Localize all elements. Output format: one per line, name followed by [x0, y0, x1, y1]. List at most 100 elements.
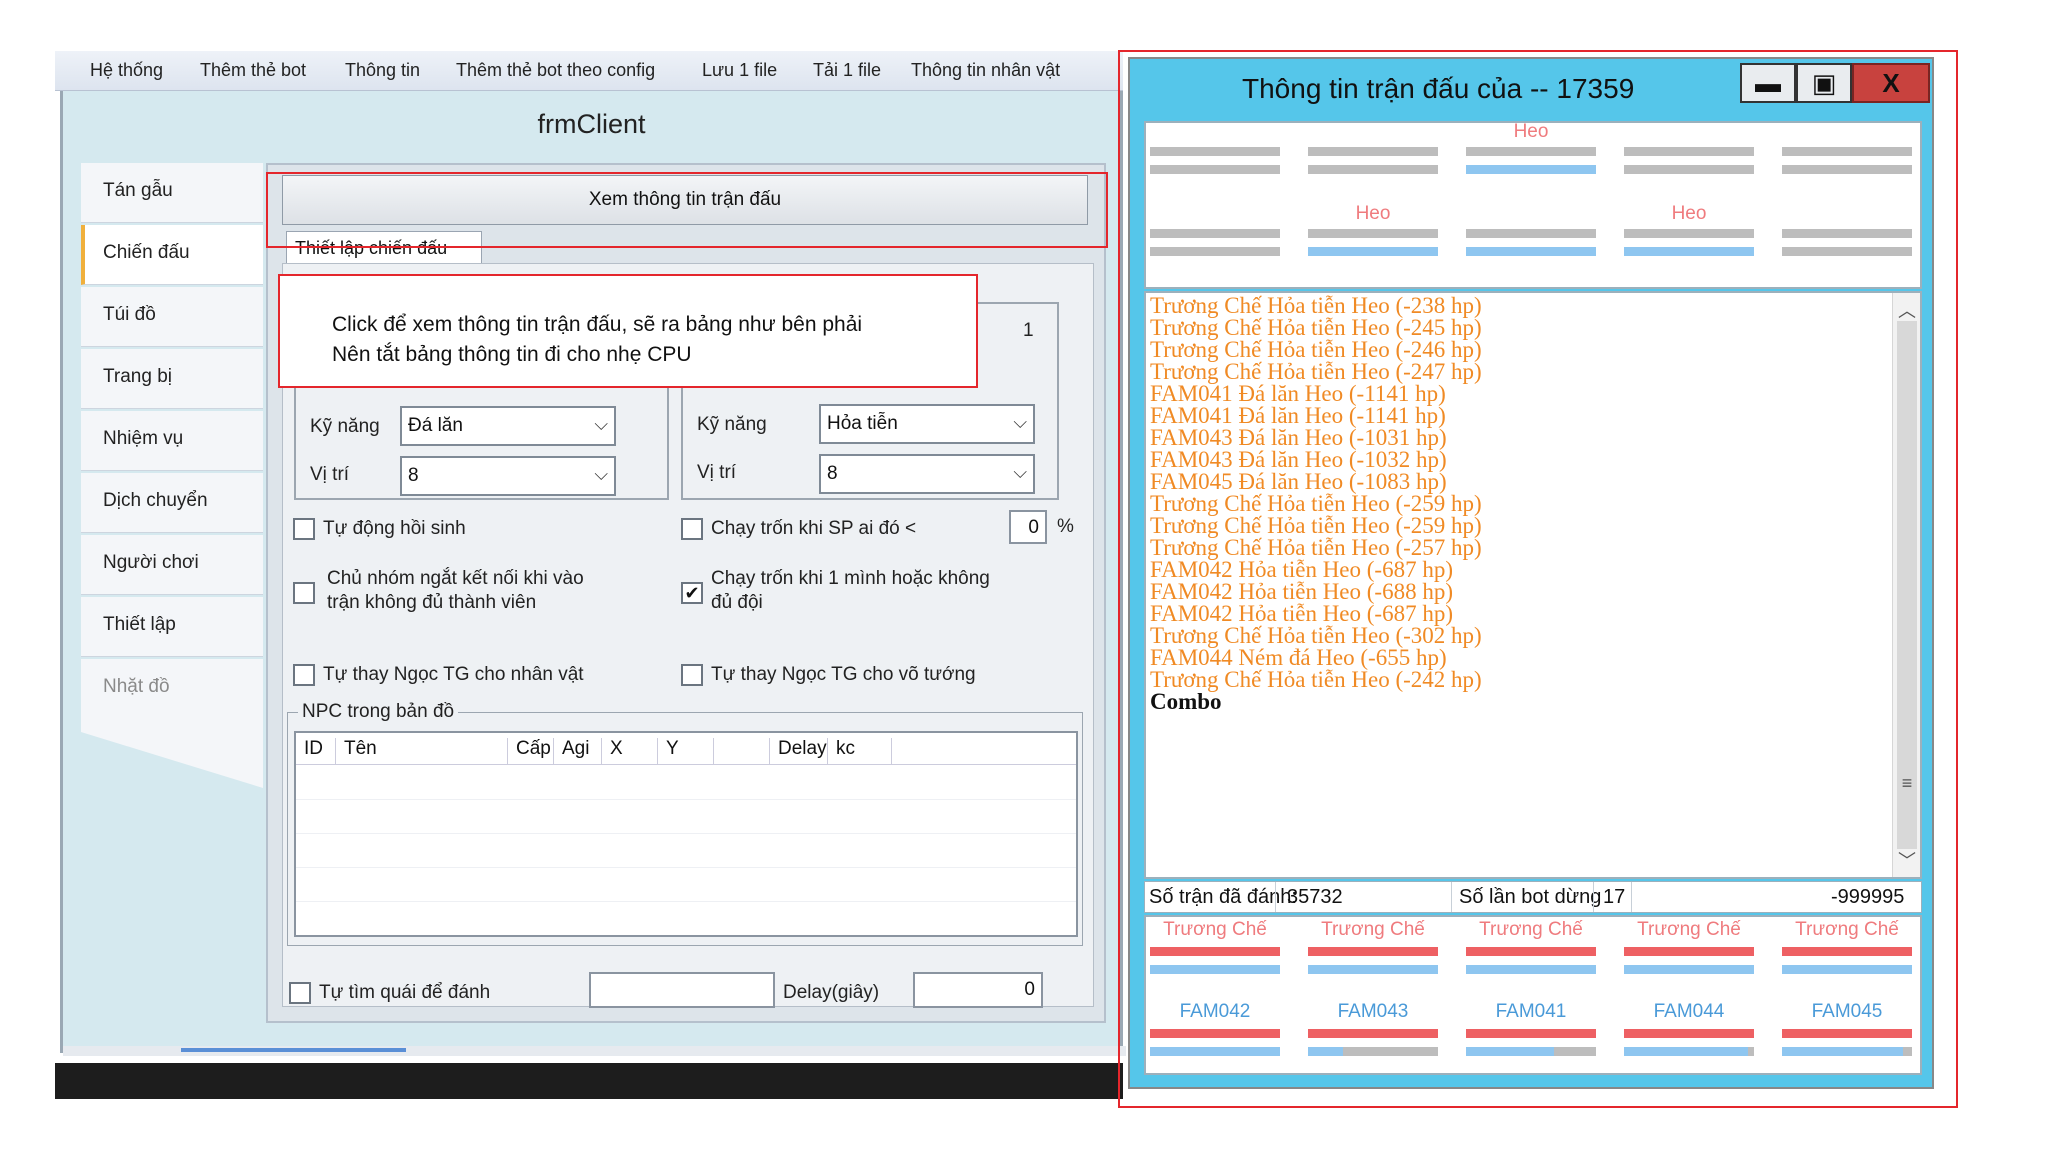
- delay-label: Delay(giây): [783, 982, 880, 1003]
- log-scrollbar-thumb[interactable]: [1897, 321, 1917, 849]
- tab-tui-do[interactable]: Túi đồ: [81, 287, 263, 347]
- group2-pos-value: 8: [827, 463, 838, 484]
- ally-mp-fill: [1624, 1047, 1748, 1056]
- enemy-hp-bar: [1308, 229, 1438, 238]
- empty-bar: [1466, 247, 1596, 256]
- col-y-extra[interactable]: [714, 738, 770, 764]
- taskbar-strip: [55, 1063, 1123, 1099]
- ally-mp-bar: [1624, 965, 1754, 974]
- tab-nhiem-vu[interactable]: Nhiệm vụ: [81, 411, 263, 471]
- table-gridline: [296, 799, 1076, 800]
- group1-pos-value: 8: [408, 465, 419, 486]
- stats-divider: [1593, 882, 1594, 912]
- flee-sp-checkbox[interactable]: [681, 518, 703, 540]
- chevron-down-icon: ⌵: [594, 414, 608, 434]
- ally-mp-bar: [1782, 965, 1912, 974]
- empty-bar: [1782, 147, 1912, 156]
- ally-name: Trương Chế: [1795, 919, 1899, 940]
- col-id[interactable]: ID: [296, 738, 336, 764]
- group1-skill-label: Kỹ năng: [310, 416, 380, 437]
- menu-bar: Hệ thống Thêm thẻ bot Thông tin Thêm thẻ…: [55, 51, 1123, 91]
- menu-them-the-bot[interactable]: Thêm thẻ bot: [200, 60, 306, 81]
- group1-pos-select[interactable]: 8 ⌵: [400, 456, 616, 496]
- empty-bar: [1150, 247, 1280, 256]
- extra-value: -999995: [1831, 886, 1905, 908]
- col-agi[interactable]: Agi: [554, 738, 602, 764]
- window-title: frmClient: [537, 109, 646, 139]
- ally-hp-bar: [1466, 1029, 1596, 1038]
- auto-revive-checkbox[interactable]: [293, 518, 315, 540]
- chevron-down-icon: ⌵: [1013, 412, 1027, 432]
- empty-bar: [1466, 229, 1596, 238]
- col-cap[interactable]: Cấp: [508, 738, 554, 764]
- menu-thong-tin[interactable]: Thông tin: [345, 60, 420, 81]
- log-line-combo: Combo: [1150, 689, 1222, 714]
- menu-thong-tin-nhan-vat[interactable]: Thông tin nhân vật: [911, 60, 1060, 81]
- tab-trang-bi[interactable]: Trang bị: [81, 349, 263, 409]
- tab-nguoi-choi[interactable]: Người chơi: [81, 535, 263, 595]
- tab-tan-gau[interactable]: Tán gẫu: [81, 163, 263, 223]
- empty-bar: [1150, 229, 1280, 238]
- npc-group: NPC trong bản đồ ID Tên Cấp Agi X Y Dela…: [287, 701, 1083, 946]
- col-x[interactable]: X: [602, 738, 658, 764]
- leader-disconnect-label-1: Chủ nhóm ngắt kết nối khi vào: [327, 568, 584, 589]
- minimize-button[interactable]: ▬: [1740, 63, 1796, 103]
- group1-skill-select[interactable]: Đá lăn ⌵: [400, 406, 616, 446]
- auto-find-checkbox[interactable]: [289, 982, 311, 1004]
- menu-luu-file[interactable]: Lưu 1 file: [702, 60, 777, 81]
- menu-tai-file[interactable]: Tải 1 file: [813, 60, 881, 81]
- ally-mp-fill: [1782, 1047, 1903, 1056]
- battle-window-title: Thông tin trận đấu của -- 17359: [1242, 73, 1635, 104]
- replace-gem-char-label: Tự thay Ngọc TG cho nhân vật: [323, 664, 584, 685]
- horizontal-scrollbar[interactable]: [63, 1046, 1126, 1056]
- tab-chien-dau[interactable]: Chiến đấu: [81, 225, 263, 285]
- chevron-down-icon[interactable]: ﹀: [1893, 847, 1920, 873]
- maximize-button[interactable]: ▣: [1796, 63, 1852, 103]
- scrollbar-thumb[interactable]: [181, 1048, 406, 1052]
- tab-thiet-lap[interactable]: Thiết lập: [81, 597, 263, 657]
- empty-bar: [1782, 229, 1912, 238]
- flee-sp-input[interactable]: 0: [1009, 510, 1047, 544]
- flee-sp-label: Chạy trốn khi SP ai đó <: [711, 518, 917, 539]
- ally-name: FAM043: [1337, 1001, 1409, 1022]
- menu-them-the-bot-config[interactable]: Thêm thẻ bot theo config: [456, 60, 655, 81]
- group2-skill-select[interactable]: Hỏa tiễn ⌵: [819, 404, 1035, 444]
- col-kc[interactable]: kc: [828, 738, 892, 764]
- auto-find-label: Tự tìm quái để đánh: [319, 982, 491, 1003]
- delay-input[interactable]: 0: [913, 972, 1043, 1008]
- highlight-view-button: [266, 172, 1108, 248]
- chevron-up-icon[interactable]: ︿: [1893, 297, 1920, 323]
- flee-alone-label-1: Chạy trốn khi 1 mình hoặc không: [711, 568, 990, 589]
- ally-mp-track: [1624, 1047, 1754, 1056]
- table-gridline: [296, 901, 1076, 902]
- empty-bar: [1308, 147, 1438, 156]
- enemy-name: Heo: [1355, 203, 1391, 224]
- col-ten[interactable]: Tên: [336, 738, 508, 764]
- stats-divider: [1275, 882, 1276, 912]
- col-delay[interactable]: Delay: [770, 738, 828, 764]
- leader-disconnect-checkbox[interactable]: [293, 582, 315, 604]
- replace-gem-general-checkbox[interactable]: [681, 664, 703, 686]
- col-y[interactable]: Y: [658, 738, 714, 764]
- chevron-down-icon: ⌵: [1013, 462, 1027, 482]
- tab-dich-chuyen[interactable]: Dịch chuyển: [81, 473, 263, 533]
- battle-log[interactable]: Trương Chế Hỏa tiễn Heo (-238 hp) Trương…: [1144, 291, 1922, 879]
- close-button[interactable]: X: [1852, 63, 1930, 103]
- ally-name: FAM042: [1179, 1001, 1251, 1022]
- log-scrollbar[interactable]: ︿ ≡ ﹀: [1892, 293, 1920, 877]
- ally-mp-track: [1782, 1047, 1912, 1056]
- npc-group-title: NPC trong bản đồ: [298, 701, 459, 723]
- enemy-hp-bar: [1624, 229, 1754, 238]
- tab-nhat-do[interactable]: Nhặt đồ: [81, 659, 263, 719]
- stats-divider: [1631, 882, 1632, 912]
- group2-pos-select[interactable]: 8 ⌵: [819, 454, 1035, 494]
- flee-alone-checkbox[interactable]: ✔: [681, 582, 703, 604]
- menu-he-thong[interactable]: Hệ thống: [90, 60, 163, 81]
- empty-bar: [1150, 165, 1280, 174]
- group1-skill-value: Đá lăn: [408, 415, 463, 436]
- replace-gem-char-checkbox[interactable]: [293, 664, 315, 686]
- ally-name: Trương Chế: [1163, 919, 1267, 940]
- empty-bar: [1782, 165, 1912, 174]
- auto-find-input[interactable]: [589, 972, 775, 1008]
- npc-table[interactable]: ID Tên Cấp Agi X Y Delay kc: [294, 731, 1078, 937]
